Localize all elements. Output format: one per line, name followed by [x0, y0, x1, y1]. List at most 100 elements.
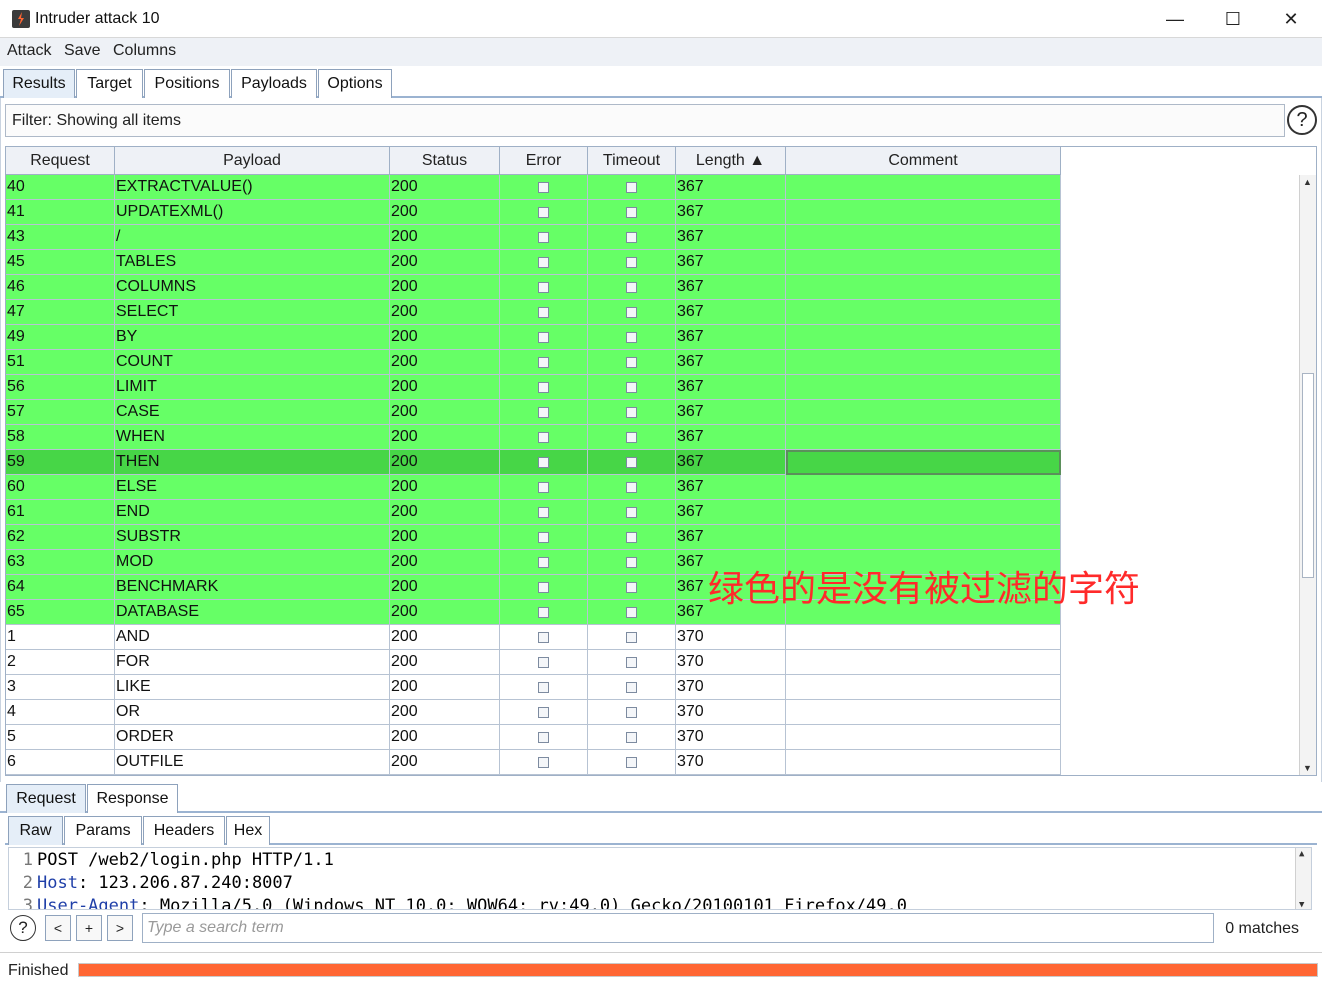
cell-length: 370 — [676, 650, 786, 675]
tab-response[interactable]: Response — [87, 784, 178, 813]
table-row[interactable]: 1 AND 200 370 — [6, 625, 1061, 650]
menu-attack[interactable]: Attack — [7, 42, 51, 60]
table-row[interactable]: 49 BY 200 367 — [6, 325, 1061, 350]
column-header-comment[interactable]: Comment — [786, 147, 1061, 175]
cell-status: 200 — [390, 450, 500, 475]
tab-options[interactable]: Options — [318, 69, 392, 98]
close-button[interactable]: ✕ — [1262, 0, 1320, 38]
cell-request: 47 — [6, 300, 115, 325]
cell-request: 65 — [6, 600, 115, 625]
cell-request: 46 — [6, 275, 115, 300]
table-row[interactable]: 3 LIKE 200 370 — [6, 675, 1061, 700]
search-next-button[interactable]: > — [107, 915, 133, 941]
cell-payload: SUBSTR — [115, 525, 390, 550]
cell-request: 57 — [6, 400, 115, 425]
checkbox-icon — [626, 731, 637, 743]
table-row[interactable]: 60 ELSE 200 367 — [6, 475, 1061, 500]
progress-bar — [78, 963, 1318, 977]
cell-request: 41 — [6, 200, 115, 225]
table-row[interactable]: 61 END 200 367 — [6, 500, 1061, 525]
table-row[interactable]: 45 TABLES 200 367 — [6, 250, 1061, 275]
table-row[interactable]: 57 CASE 200 367 — [6, 400, 1061, 425]
table-row[interactable]: 5 ORDER 200 370 — [6, 725, 1061, 750]
table-row[interactable]: 6 OUTFILE 200 370 — [6, 750, 1061, 775]
scroll-up-icon[interactable]: ▲ — [1299, 849, 1304, 859]
status-text: Finished — [8, 962, 69, 979]
cell-payload: THEN — [115, 450, 390, 475]
checkbox-icon — [538, 456, 549, 468]
tab-request[interactable]: Request — [6, 784, 86, 813]
filter-help-icon[interactable]: ? — [1287, 105, 1317, 135]
request-editor[interactable]: 1 POST /web2/login.php HTTP/1.1 2 Host :… — [8, 847, 1312, 910]
cell-length: 367 — [676, 475, 786, 500]
cell-timeout — [588, 300, 676, 325]
table-row[interactable]: 40 EXTRACTVALUE() 200 367 — [6, 175, 1061, 200]
cell-length: 367 — [676, 275, 786, 300]
tab-positions[interactable]: Positions — [144, 69, 230, 98]
cell-timeout — [588, 400, 676, 425]
maximize-button[interactable]: ☐ — [1204, 0, 1262, 38]
cell-length: 367 — [676, 500, 786, 525]
menu-save[interactable]: Save — [64, 42, 100, 60]
table-row[interactable]: 4 OR 200 370 — [6, 700, 1061, 725]
cell-request: 4 — [6, 700, 115, 725]
checkbox-icon — [626, 456, 637, 468]
search-add-button[interactable]: + — [76, 915, 102, 941]
column-header-status[interactable]: Status — [390, 147, 500, 175]
cell-error — [500, 400, 588, 425]
table-row[interactable]: 59 THEN 200 367 — [6, 450, 1061, 475]
cell-timeout — [588, 375, 676, 400]
cell-timeout — [588, 750, 676, 775]
column-header-length[interactable]: Length ▲ — [676, 147, 786, 175]
filter-bar[interactable]: Filter: Showing all items — [5, 104, 1285, 137]
cell-request: 51 — [6, 350, 115, 375]
search-input[interactable] — [142, 913, 1214, 943]
checkbox-icon — [626, 306, 637, 318]
tab-hex[interactable]: Hex — [226, 816, 270, 845]
cell-length: 367 — [676, 450, 786, 475]
column-header-error[interactable]: Error — [500, 147, 588, 175]
table-row[interactable]: 41 UPDATEXML() 200 367 — [6, 200, 1061, 225]
search-prev-button[interactable]: < — [45, 915, 71, 941]
scroll-up-icon[interactable]: ▲ — [1303, 177, 1312, 187]
cell-timeout — [588, 625, 676, 650]
minimize-button[interactable]: — — [1146, 0, 1204, 38]
table-row[interactable]: 47 SELECT 200 367 — [6, 300, 1061, 325]
column-header-payload[interactable]: Payload — [115, 147, 390, 175]
column-header-request[interactable]: Request — [6, 147, 115, 175]
menu-columns[interactable]: Columns — [113, 42, 176, 60]
progress-fill — [79, 964, 1317, 976]
tab-target[interactable]: Target — [76, 69, 143, 98]
tab-results[interactable]: Results — [3, 69, 75, 98]
tab-payloads[interactable]: Payloads — [231, 69, 317, 98]
table-row[interactable]: 51 COUNT 200 367 — [6, 350, 1061, 375]
table-row[interactable]: 2 FOR 200 370 — [6, 650, 1061, 675]
column-header-timeout[interactable]: Timeout — [588, 147, 676, 175]
scroll-down-icon[interactable]: ▼ — [1299, 900, 1304, 909]
table-scrollbar[interactable]: ▲ ▼ — [1299, 175, 1316, 775]
cell-error — [500, 650, 588, 675]
checkbox-icon — [626, 206, 637, 218]
table-body: 40 EXTRACTVALUE() 200 367 41 UPDATEXML() 200 36… — [6, 175, 1061, 775]
checkbox-icon — [626, 506, 637, 518]
cell-status: 200 — [390, 550, 500, 575]
tab-params[interactable]: Params — [64, 816, 142, 845]
scroll-down-icon[interactable]: ▼ — [1303, 763, 1312, 773]
tab-headers[interactable]: Headers — [143, 816, 225, 845]
cell-payload: COUNT — [115, 350, 390, 375]
table-row[interactable]: 56 LIMIT 200 367 — [6, 375, 1061, 400]
table-row[interactable]: 58 WHEN 200 367 — [6, 425, 1061, 450]
table-row[interactable]: 62 SUBSTR 200 367 — [6, 525, 1061, 550]
checkbox-icon — [626, 631, 637, 643]
search-help-icon[interactable]: ? — [10, 915, 36, 941]
tab-raw[interactable]: Raw — [8, 816, 63, 845]
scrollbar-thumb[interactable] — [1302, 373, 1314, 578]
table-row[interactable]: 46 COLUMNS 200 367 — [6, 275, 1061, 300]
cell-length: 370 — [676, 725, 786, 750]
table-row[interactable]: 43/200 367 — [6, 225, 1061, 250]
checkbox-icon — [626, 356, 637, 368]
cell-request: 58 — [6, 425, 115, 450]
cell-length: 367 — [676, 250, 786, 275]
editor-scrollbar[interactable]: ▲ ▼ — [1295, 848, 1311, 909]
cell-error — [500, 425, 588, 450]
